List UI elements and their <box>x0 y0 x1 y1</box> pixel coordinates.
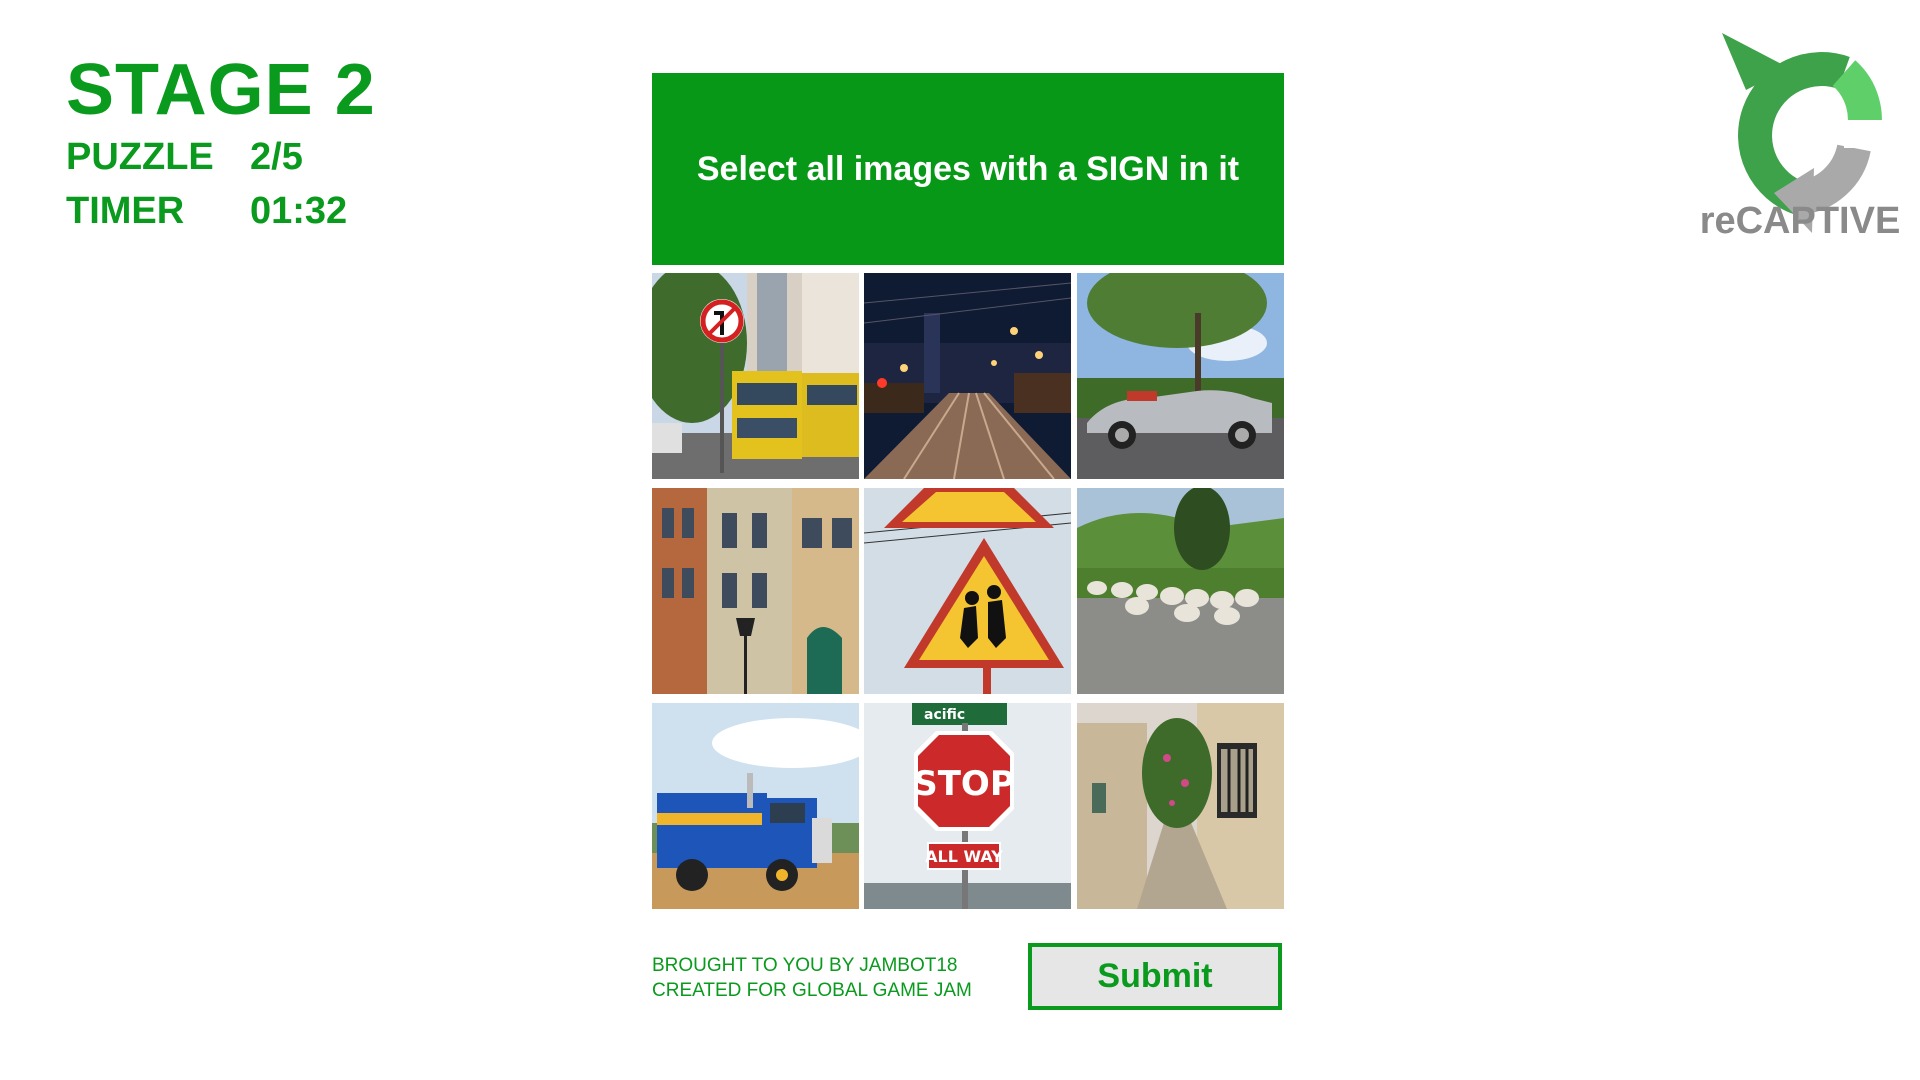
image-tile-6[interactable] <box>1077 488 1284 694</box>
credits: BROUGHT TO YOU BY JAMBOT18 CREATED FOR G… <box>652 953 972 1003</box>
timer-value: 01:32 <box>250 190 348 232</box>
credits-line-2: CREATED FOR GLOBAL GAME JAM <box>652 980 972 1001</box>
building-facade-image <box>652 488 859 694</box>
image-tile-5[interactable] <box>864 488 1071 694</box>
timer-label: TIMER <box>66 190 185 232</box>
image-tile-3[interactable] <box>1077 273 1284 479</box>
image-tile-4[interactable] <box>652 488 859 694</box>
convertible-car-image <box>1077 273 1284 479</box>
children-crossing-sign-image <box>864 488 1071 694</box>
image-tile-7[interactable] <box>652 703 859 909</box>
street-sign-text: acific <box>924 707 965 723</box>
stage-label: STAGE 2 <box>66 50 376 130</box>
sheep-flock-image <box>1077 488 1284 694</box>
night-street-image <box>864 273 1071 479</box>
credits-line-1: BROUGHT TO YOU BY JAMBOT18 <box>652 955 958 976</box>
image-tile-8[interactable]: acific STOP ALL WAY <box>864 703 1071 909</box>
image-tile-1[interactable] <box>652 273 859 479</box>
image-grid: acific STOP ALL WAY <box>652 273 1284 909</box>
all-way-sign-text: ALL WAY <box>925 847 1003 866</box>
challenge-prompt: Select all images with a SIGN in it <box>652 73 1284 265</box>
hud-panel: STAGE 2 PUZZLE 2/5 TIMER 01:32 <box>66 50 376 238</box>
image-tile-2[interactable] <box>864 273 1071 479</box>
truck-image <box>652 703 859 909</box>
stop-sign-text: STOP <box>913 764 1015 804</box>
puzzle-counter: PUZZLE 2/5 <box>66 130 376 184</box>
submit-button[interactable]: Submit <box>1028 943 1282 1010</box>
stop-sign-image: acific STOP ALL WAY <box>864 703 1071 909</box>
logo-text: reCAPTIVE <box>1699 200 1901 242</box>
image-tile-9[interactable] <box>1077 703 1284 909</box>
puzzle-value: 2/5 <box>250 136 303 178</box>
puzzle-label: PUZZLE <box>66 136 214 178</box>
stone-alley-image <box>1077 703 1284 909</box>
bus-street-image <box>652 273 859 479</box>
timer: TIMER 01:32 <box>66 184 376 238</box>
